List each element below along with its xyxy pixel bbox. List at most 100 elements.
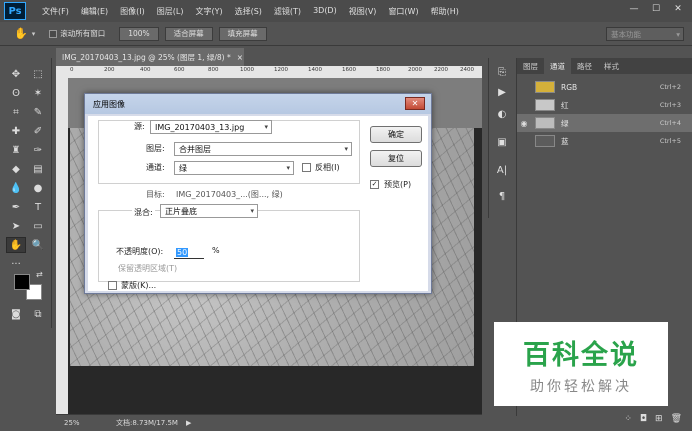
clone-stamp-tool-icon[interactable]: ♜ (6, 142, 26, 158)
vertical-ruler[interactable] (56, 78, 68, 414)
channels-panel-footer: ⁘ ◘ ⊞ 🗑 (516, 410, 692, 428)
channel-name: RGB (561, 82, 578, 92)
tool-preset-chevron-icon[interactable]: ▾ (32, 30, 36, 38)
channel-row-green[interactable]: ◉ 绿 Ctrl+4 (517, 114, 692, 132)
shape-tool-icon[interactable]: ▭ (28, 218, 48, 234)
menu-type[interactable]: 文字(Y) (189, 6, 228, 17)
layer-select[interactable]: 合并图层 ▾ (174, 142, 352, 156)
type-tool-icon[interactable]: T (28, 199, 48, 215)
menu-image[interactable]: 图像(I) (114, 6, 151, 17)
history-brush-tool-icon[interactable]: ✑ (28, 142, 48, 158)
pen-tool-icon[interactable]: ✒ (6, 199, 26, 215)
eye-icon[interactable]: ◉ (517, 119, 531, 128)
menu-edit[interactable]: 编辑(E) (75, 6, 114, 17)
dialog-title-bar[interactable]: 应用图像 ✕ (85, 94, 431, 114)
channel-shortcut: Ctrl+4 (659, 119, 681, 127)
channel-row-rgb[interactable]: RGB Ctrl+2 (517, 78, 692, 96)
eraser-tool-icon[interactable]: ◆ (6, 161, 26, 177)
menu-layer[interactable]: 图层(L) (151, 6, 190, 17)
tab-paths[interactable]: 路径 (571, 58, 598, 74)
horizontal-ruler[interactable]: 0 200 400 600 800 1000 1200 1400 1600 18… (56, 66, 482, 78)
opacity-input[interactable]: 50 (174, 246, 204, 259)
chevron-down-icon: ▾ (264, 123, 268, 131)
watermark-logo: 百科全说 助你轻松解决 (494, 322, 668, 406)
menu-select[interactable]: 选择(S) (229, 6, 268, 17)
fill-screen-button[interactable]: 填充屏幕 (218, 26, 267, 41)
brush-tool-icon[interactable]: ✐ (28, 123, 48, 139)
channel-label: 通道: (146, 163, 165, 172)
menu-3d[interactable]: 3D(D) (307, 6, 343, 17)
quick-mask-icon[interactable]: ◙ (6, 306, 26, 322)
close-window-button[interactable]: ✕ (668, 2, 688, 16)
magic-wand-tool-icon[interactable]: ✶ (28, 85, 48, 101)
more-tools-icon[interactable]: ··· (6, 256, 26, 272)
lasso-tool-icon[interactable]: ʘ (6, 85, 26, 101)
channel-row-red[interactable]: 红 Ctrl+3 (517, 96, 692, 114)
channel-shortcut: Ctrl+3 (659, 101, 681, 109)
menu-help[interactable]: 帮助(H) (425, 6, 465, 17)
foreground-color-swatch[interactable] (14, 274, 30, 290)
ruler-tick: 2400 (460, 67, 474, 73)
photoshop-logo: Ps (4, 2, 26, 20)
path-selection-tool-icon[interactable]: ➤ (6, 218, 26, 234)
swap-colors-icon[interactable]: ⇄ (36, 270, 43, 279)
eyedropper-tool-icon[interactable]: ✎ (28, 104, 48, 120)
paragraph-panel-icon[interactable]: ¶ (494, 188, 510, 204)
menu-filter[interactable]: 滤镜(T) (268, 6, 307, 17)
invert-checkbox[interactable] (302, 163, 311, 172)
menu-window[interactable]: 窗口(W) (382, 6, 424, 17)
scroll-all-windows-checkbox[interactable]: 滚动所有窗口 (49, 28, 105, 39)
zoom-tool-icon[interactable]: 🔍 (28, 237, 48, 253)
mask-label: 蒙版(K)... (121, 281, 157, 290)
actions-panel-icon[interactable]: ▶ (494, 84, 510, 100)
properties-panel-icon[interactable]: ▣ (494, 134, 510, 150)
workspace-select[interactable]: 基本功能 ▾ (606, 27, 684, 41)
blend-mode-select[interactable]: 正片叠底 ▾ (160, 204, 258, 218)
channel-select[interactable]: 绿 ▾ (174, 161, 294, 175)
preview-checkbox[interactable]: ✓ (370, 180, 379, 189)
tab-layers[interactable]: 图层 (517, 58, 544, 74)
marquee-tool-icon[interactable]: ⬚ (28, 66, 48, 82)
document-tab[interactable]: IMG_20170403_13.jpg @ 25% (图层 1, 绿/8) * … (56, 48, 244, 66)
dialog-close-button[interactable]: ✕ (405, 97, 425, 110)
source-select[interactable]: IMG_20170403_13.jpg ▾ (150, 120, 272, 134)
zoom-level[interactable]: 25% (56, 419, 92, 427)
gradient-tool-icon[interactable]: ▤ (28, 161, 48, 177)
checkbox-square[interactable] (49, 29, 58, 38)
close-tab-icon[interactable]: × (237, 53, 243, 62)
minimize-button[interactable]: — (624, 2, 644, 16)
menu-bar: Ps 文件(F) 编辑(E) 图像(I) 图层(L) 文字(Y) 选择(S) 滤… (0, 0, 692, 22)
tab-channels[interactable]: 通道 (544, 58, 571, 74)
ruler-tick: 2200 (434, 67, 448, 73)
screen-mode-icon[interactable]: ⧉ (28, 306, 48, 322)
zoom-100-button[interactable]: 100% (119, 26, 159, 41)
ok-button[interactable]: 确定 (370, 126, 422, 143)
crop-tool-icon[interactable]: ⌗ (6, 104, 26, 120)
dodge-tool-icon[interactable]: ● (28, 180, 48, 196)
channel-row-blue[interactable]: 蓝 Ctrl+5 (517, 132, 692, 150)
menu-list: 文件(F) 编辑(E) 图像(I) 图层(L) 文字(Y) 选择(S) 滤镜(T… (36, 6, 465, 17)
new-channel-icon[interactable]: ⊞ (655, 414, 663, 424)
trash-icon[interactable]: 🗑 (671, 414, 682, 424)
restore-button[interactable]: ☐ (646, 2, 666, 16)
panel-tabs: 图层 通道 路径 样式 (517, 58, 692, 74)
menu-view[interactable]: 视图(V) (343, 6, 383, 17)
mask-checkbox[interactable] (108, 281, 117, 290)
save-selection-icon[interactable]: ◘ (640, 414, 647, 424)
reset-button[interactable]: 复位 (370, 150, 422, 167)
chevron-down-icon: ▾ (286, 164, 290, 172)
character-panel-icon[interactable]: A| (494, 162, 510, 178)
healing-brush-tool-icon[interactable]: ✚ (6, 123, 26, 139)
history-panel-icon[interactable]: ⎘ (494, 64, 510, 80)
move-tool-icon[interactable]: ✥ (6, 66, 26, 82)
menu-file[interactable]: 文件(F) (36, 6, 75, 17)
tab-styles[interactable]: 样式 (598, 58, 625, 74)
ruler-tick: 1200 (274, 67, 288, 73)
status-menu-arrow-icon[interactable]: ▶ (186, 419, 191, 427)
adjustments-panel-icon[interactable]: ◐ (494, 106, 510, 122)
fit-screen-button[interactable]: 适合屏幕 (164, 26, 213, 41)
blur-tool-icon[interactable]: 💧 (6, 180, 26, 196)
hand-tool-active-icon[interactable]: ✋ (6, 237, 26, 253)
preserve-transparency-label[interactable]: 保留透明区域(T) (118, 263, 177, 274)
load-selection-icon[interactable]: ⁘ (624, 414, 632, 424)
